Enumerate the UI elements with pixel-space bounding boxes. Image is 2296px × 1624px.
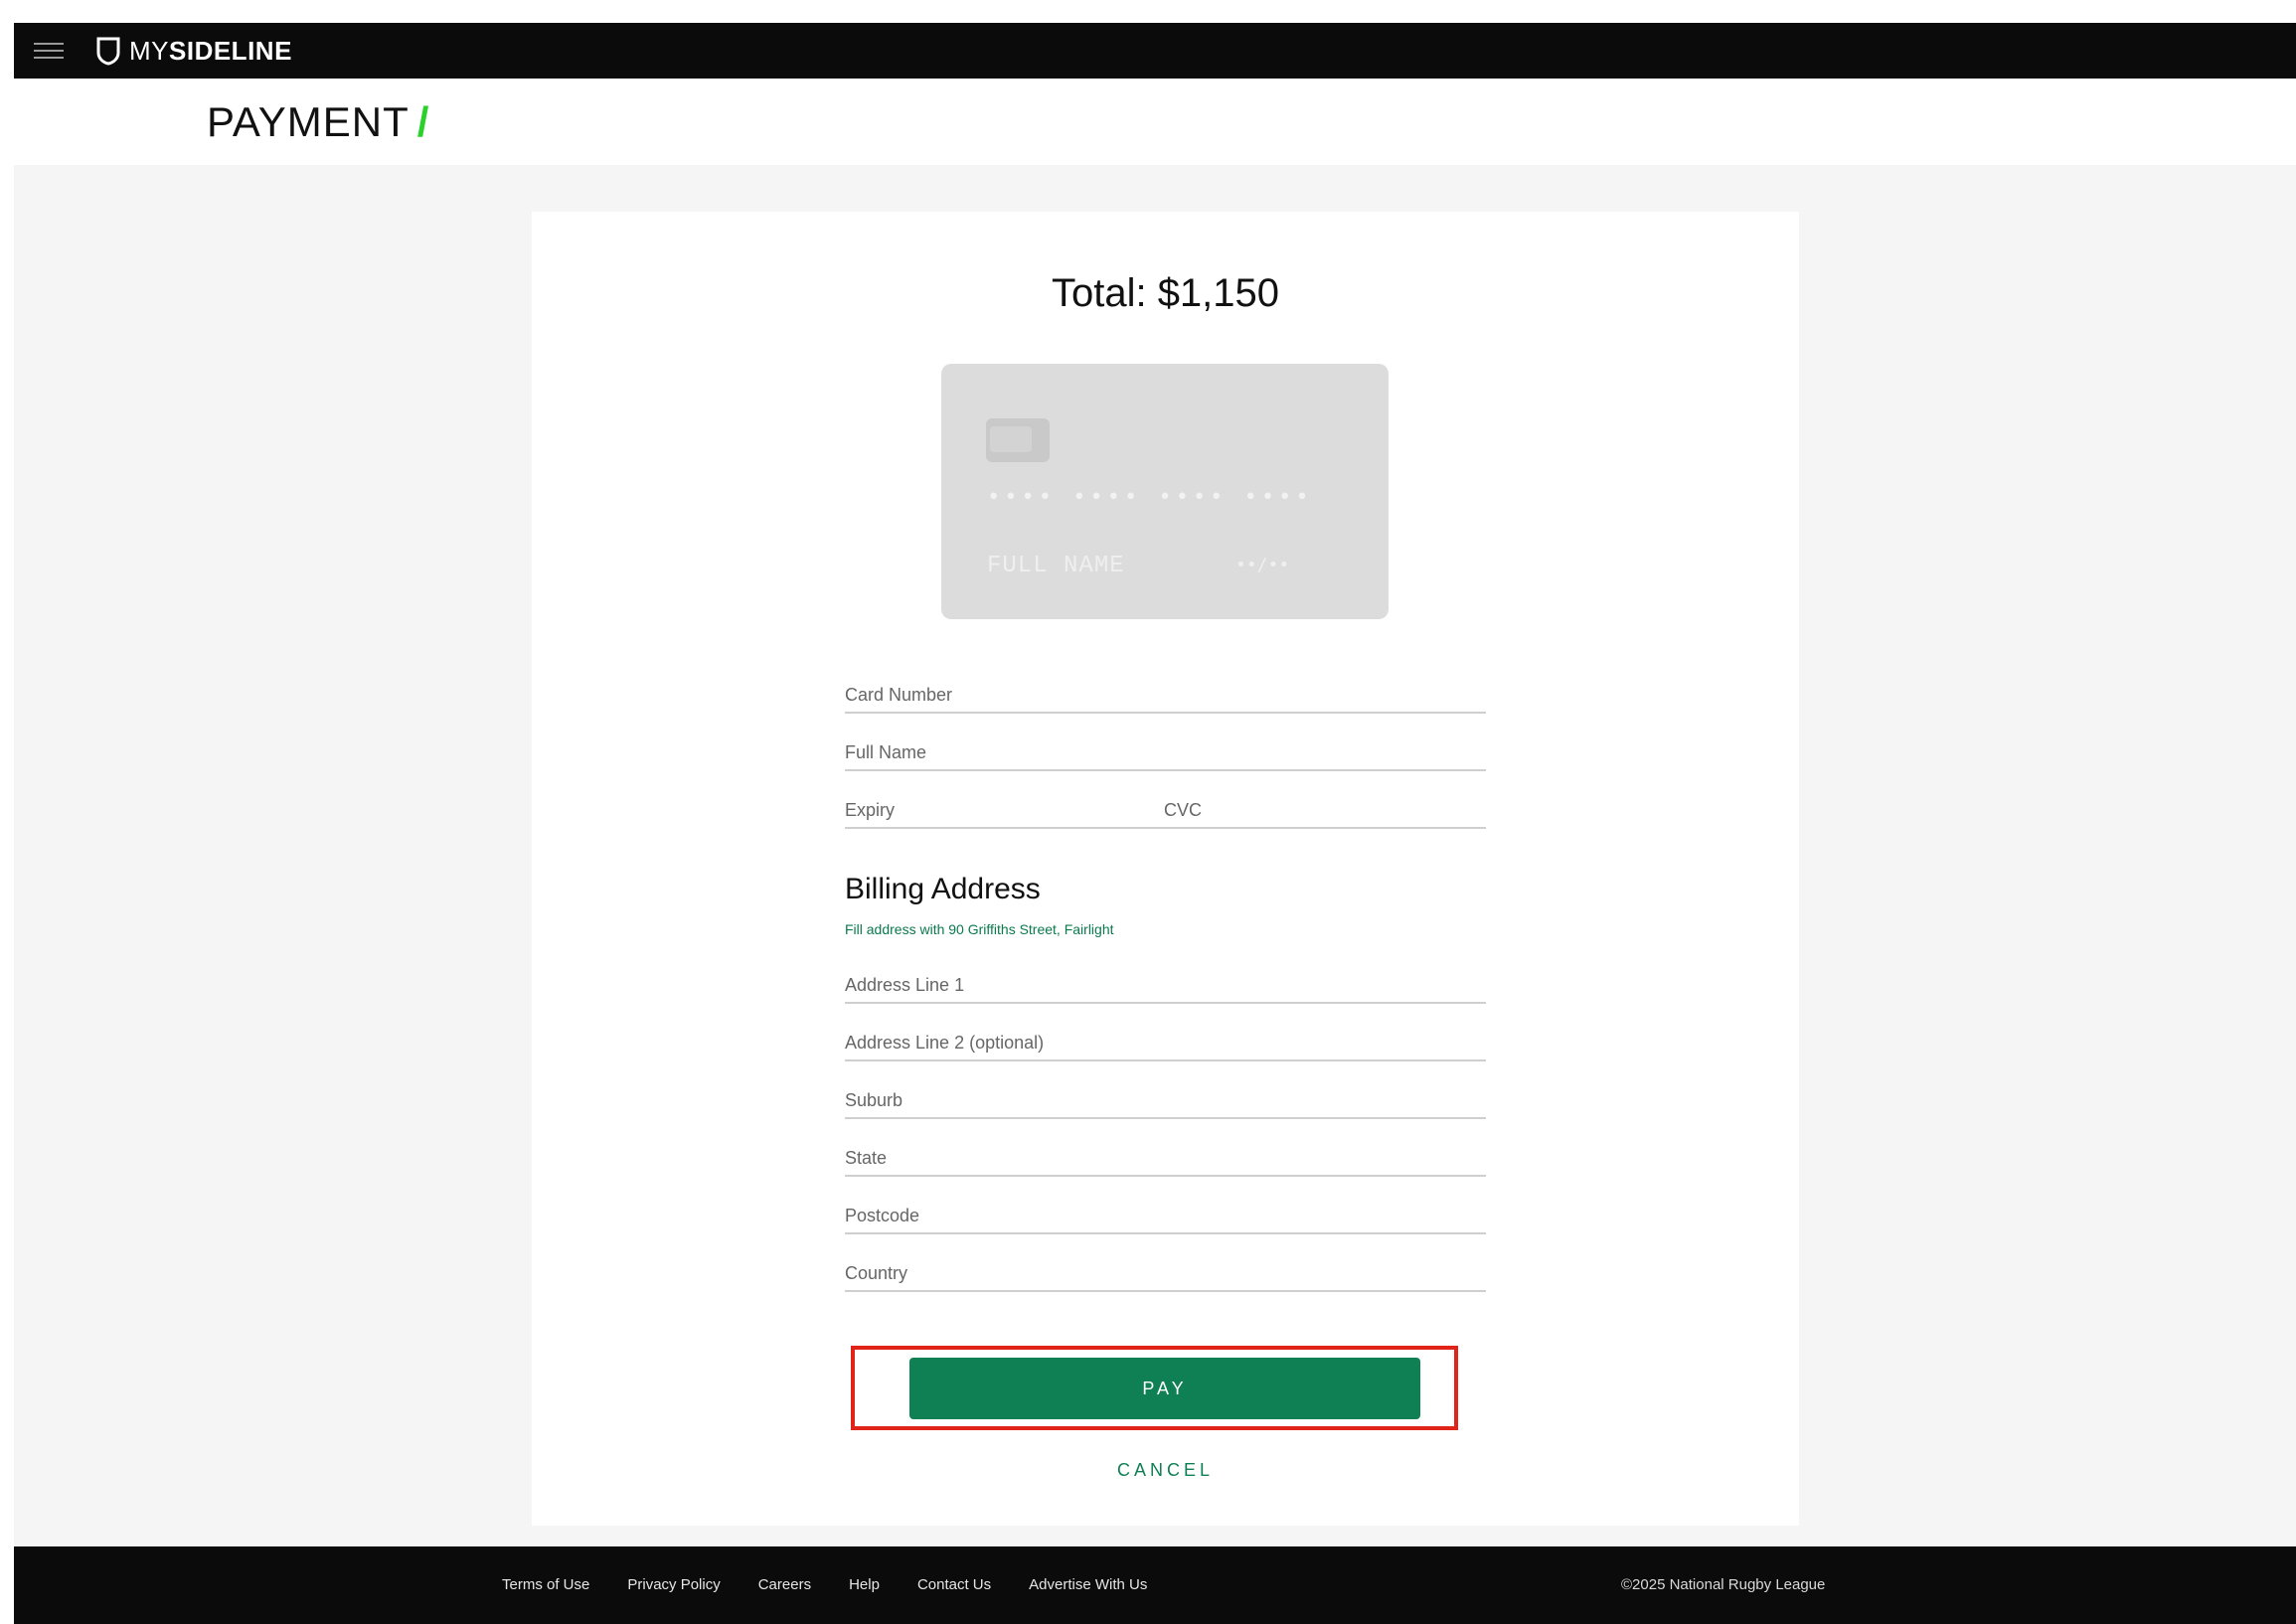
- hamburger-menu-icon[interactable]: [34, 39, 64, 63]
- address-line-1-field[interactable]: Address Line 1: [845, 964, 1486, 1004]
- address-line-2-placeholder: Address Line 2 (optional): [845, 1033, 1045, 1053]
- footer-links: Terms of Use Privacy Policy Careers Help…: [502, 1576, 1185, 1593]
- footer-link-careers[interactable]: Careers: [758, 1576, 811, 1593]
- page-title: PAYMENT /: [207, 98, 430, 145]
- card-expiry-mask: ••/••: [1235, 555, 1290, 575]
- footer-link-privacy[interactable]: Privacy Policy: [627, 1576, 720, 1593]
- footer-link-terms[interactable]: Terms of Use: [502, 1576, 589, 1593]
- cancel-link[interactable]: CANCEL: [532, 1460, 1799, 1481]
- total-amount: Total: $1,150: [1051, 271, 1280, 315]
- suburb-field[interactable]: Suburb: [845, 1079, 1486, 1119]
- suburb-placeholder: Suburb: [845, 1090, 903, 1110]
- postcode-field[interactable]: Postcode: [845, 1195, 1486, 1234]
- card-number-placeholder: Card Number: [845, 685, 953, 705]
- address-line-1-placeholder: Address Line 1: [845, 975, 965, 995]
- credit-card-preview: •••• •••• •••• •••• FULL NAME ••/••: [941, 364, 1389, 619]
- cvc-placeholder[interactable]: CVC: [1164, 800, 1202, 821]
- footer: Terms of Use Privacy Policy Careers Help…: [14, 1546, 2296, 1624]
- full-name-placeholder: Full Name: [845, 742, 927, 762]
- country-field[interactable]: Country: [845, 1252, 1486, 1292]
- state-placeholder: State: [845, 1148, 888, 1168]
- footer-link-contact[interactable]: Contact Us: [917, 1576, 991, 1593]
- mysideline-logo[interactable]: MYSIDELINE: [95, 35, 292, 67]
- brand-name: MYSIDELINE: [129, 35, 292, 66]
- card-name-placeholder: FULL NAME: [987, 553, 1125, 579]
- card-chip-icon: [986, 418, 1050, 462]
- copyright-text: ©2025 National Rugby League: [1621, 1576, 1826, 1593]
- country-placeholder: Country: [845, 1263, 908, 1283]
- pay-button[interactable]: PAY: [909, 1358, 1420, 1419]
- postcode-placeholder: Postcode: [845, 1206, 920, 1225]
- state-field[interactable]: State: [845, 1137, 1486, 1177]
- address-line-2-field[interactable]: Address Line 2 (optional): [845, 1022, 1486, 1061]
- expiry-cvc-row[interactable]: Expiry CVC: [845, 789, 1486, 829]
- expiry-placeholder[interactable]: Expiry: [845, 800, 895, 821]
- payment-panel: Total: $1,150 •••• •••• •••• •••• FULL N…: [532, 212, 1799, 1526]
- card-number-field[interactable]: Card Number: [845, 674, 1486, 714]
- billing-address-heading: Billing Address: [845, 873, 1041, 905]
- card-number-mask: •••• •••• •••• ••••: [987, 485, 1313, 510]
- fill-address-link[interactable]: Fill address with 90 Griffiths Street, F…: [845, 921, 1114, 937]
- top-navbar: MYSIDELINE: [14, 23, 2296, 79]
- full-name-field[interactable]: Full Name: [845, 731, 1486, 771]
- footer-link-help[interactable]: Help: [849, 1576, 880, 1593]
- footer-link-advertise[interactable]: Advertise With Us: [1029, 1576, 1147, 1593]
- shield-logo-icon: [96, 37, 120, 66]
- page-header: PAYMENT /: [14, 79, 2296, 165]
